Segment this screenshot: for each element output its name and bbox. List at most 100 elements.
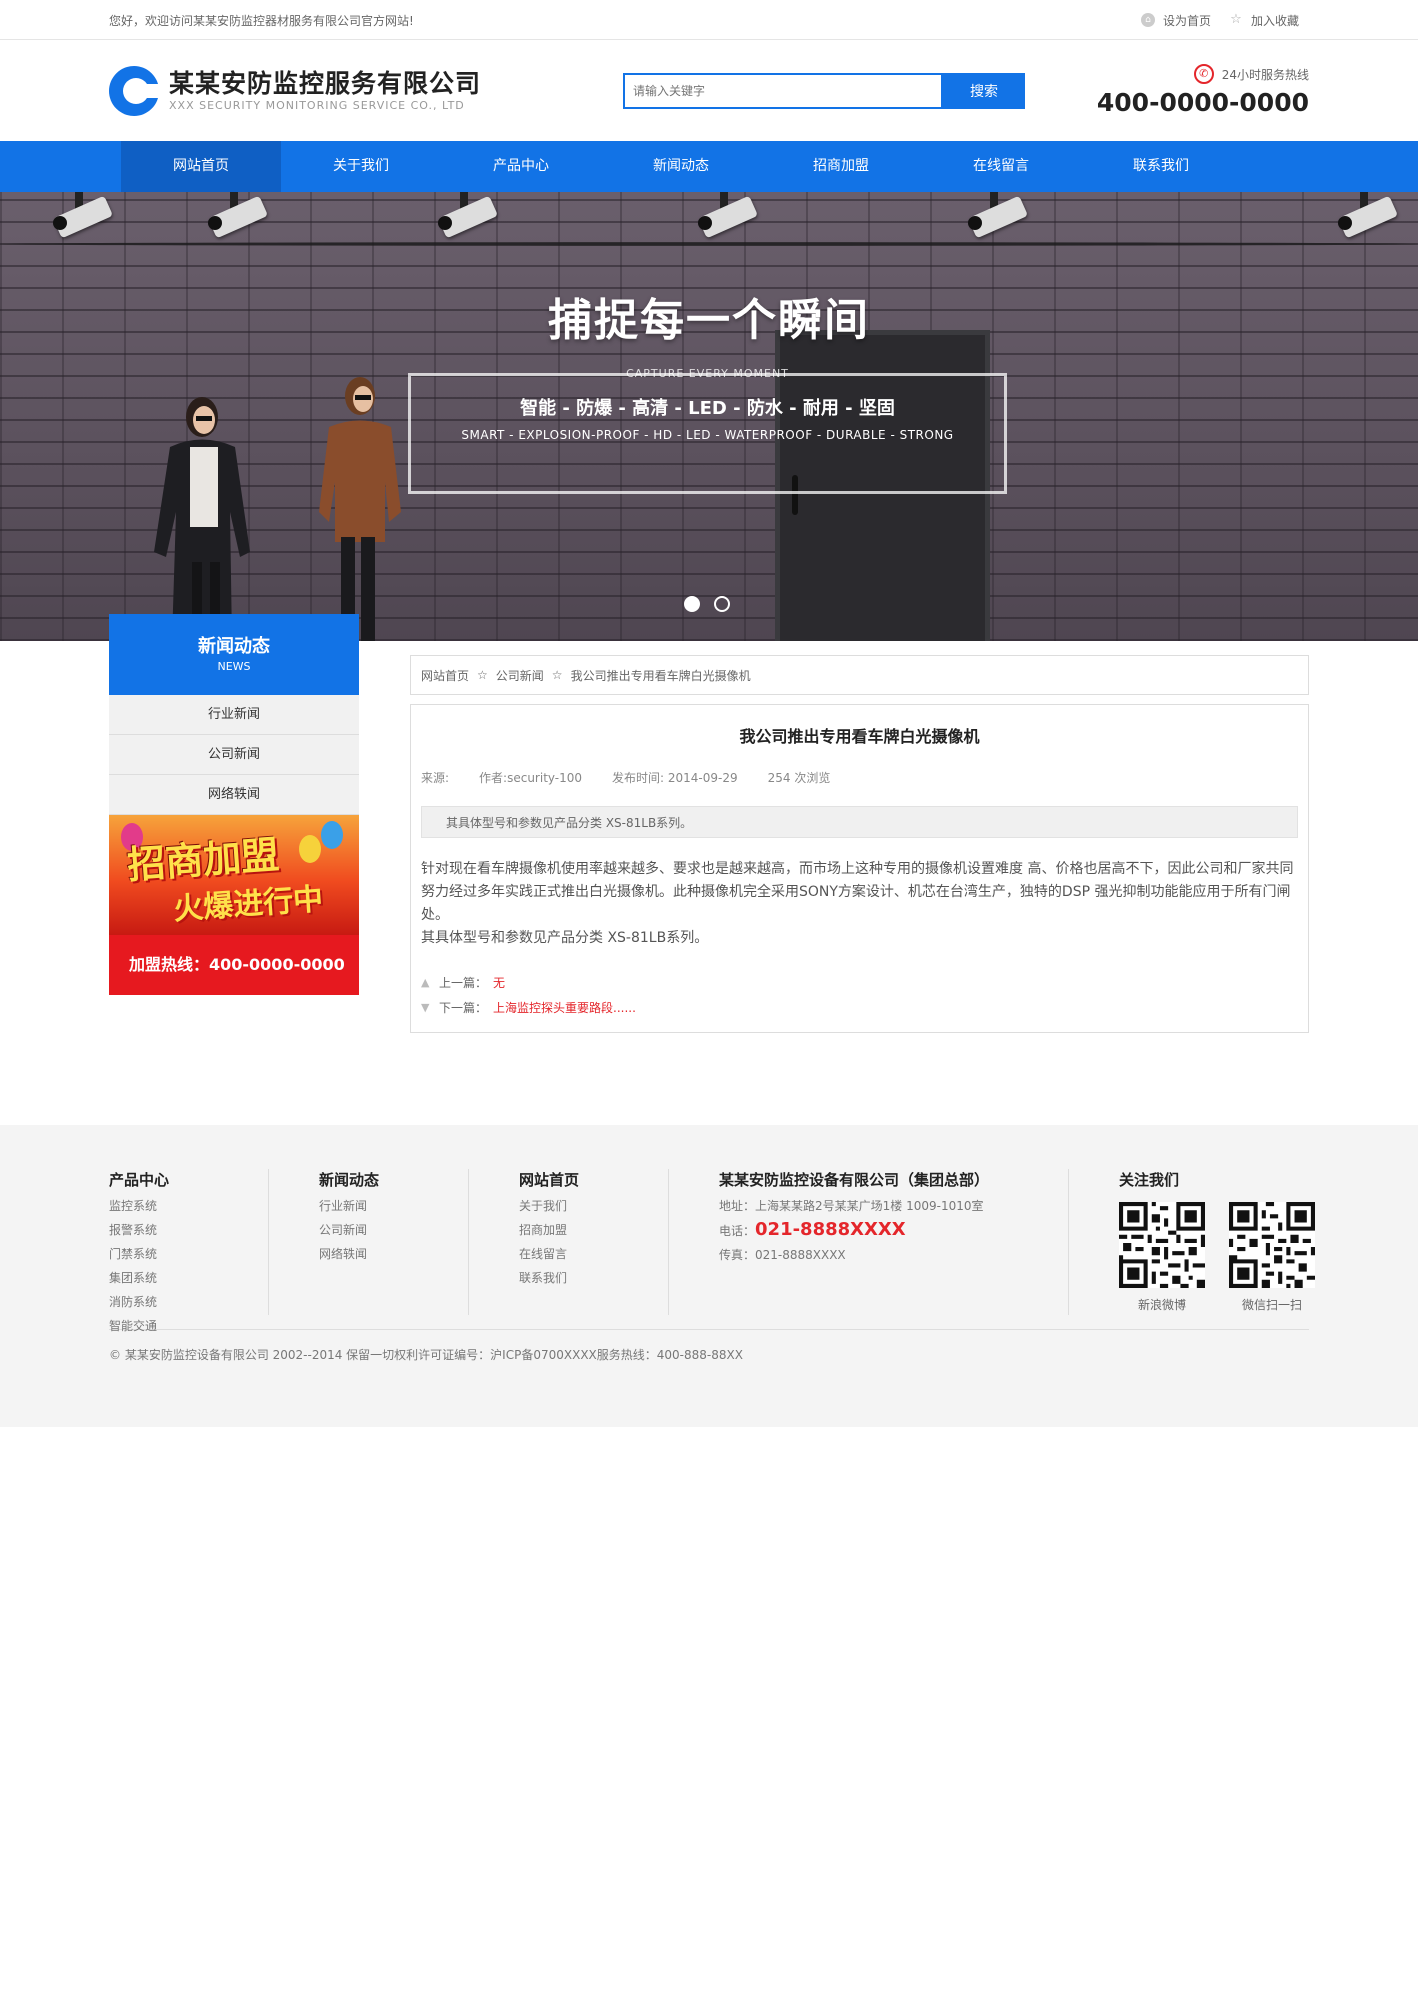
nav-contact[interactable]: 联系我们	[1081, 141, 1241, 192]
footer: 产品中心 监控系统 报警系统 门禁系统 集团系统 消防系统 智能交通 新闻动态 …	[0, 1125, 1418, 1427]
camera-icon	[960, 192, 1030, 239]
hotline-number: 400-0000-0000	[1096, 88, 1309, 117]
sidebar: 新闻动态 NEWS 行业新闻 公司新闻 网络轶闻 招商加盟 火爆进行中 加盟热线…	[109, 614, 359, 1071]
header: 某某安防监控服务有限公司 XXX SECURITY MONITORING SER…	[0, 40, 1418, 141]
footer-phone-label: 电话：	[719, 1224, 756, 1238]
footer-col-news: 新闻动态 行业新闻 公司新闻 网络轶闻	[269, 1169, 469, 1315]
sidebar-title-en: NEWS	[217, 660, 251, 673]
top-bar: 您好，欢迎访问某某安防监控器材服务有限公司官方网站! ⌂ 设为首页 ☆ 加入收藏	[0, 0, 1418, 40]
camera-icon	[45, 192, 115, 239]
footer-link[interactable]: 消防系统	[109, 1290, 248, 1314]
search-input[interactable]	[622, 72, 943, 109]
slider-dot-1[interactable]	[684, 596, 700, 612]
sidebar-item-company-news[interactable]: 公司新闻	[109, 735, 359, 775]
welcome-text: 您好，欢迎访问某某安防监控器材服务有限公司官方网站!	[109, 13, 414, 28]
footer-link[interactable]: 监控系统	[109, 1194, 248, 1218]
footer-phone-row: 电话：021-8888XXXX	[719, 1218, 1048, 1243]
banner-tagline-box: CAPTURE EVERY MOMENT 智能 - 防爆 - 高清 - LED …	[408, 367, 1007, 494]
footer-link[interactable]: 门禁系统	[109, 1242, 248, 1266]
next-article-link[interactable]: 上海监控探头重要路段......	[493, 999, 636, 1016]
footer-col-company: 某某安防监控设备有限公司（集团总部） 地址：上海某某路2号某某广场1楼 1009…	[669, 1169, 1069, 1315]
qr-weibo: 新浪微博	[1119, 1202, 1205, 1313]
nav-news[interactable]: 新闻动态	[601, 141, 761, 192]
banner-tags-cn: 智能 - 防爆 - 高清 - LED - 防水 - 耐用 - 坚固	[520, 398, 895, 419]
logo[interactable]: 某某安防监控服务有限公司 XXX SECURITY MONITORING SER…	[109, 65, 482, 116]
sidebar-title: 新闻动态	[198, 636, 270, 657]
sidebar-item-web-anecdotes[interactable]: 网络轶闻	[109, 775, 359, 815]
camera-icon	[430, 192, 500, 239]
nav-message[interactable]: 在线留言	[921, 141, 1081, 192]
breadcrumb-category[interactable]: 公司新闻	[496, 667, 544, 684]
footer-fax: 传真：021-8888XXXX	[719, 1248, 846, 1262]
content-area: 新闻动态 NEWS 行业新闻 公司新闻 网络轶闻 招商加盟 火爆进行中 加盟热线…	[0, 614, 1418, 1071]
camera-icon	[1330, 192, 1400, 239]
search-button[interactable]: 搜索	[942, 72, 1025, 109]
nav-home[interactable]: 网站首页	[121, 141, 281, 192]
article-source: 来源:	[421, 771, 450, 785]
breadcrumb-current: 我公司推出专用看车牌白光摄像机	[570, 668, 751, 683]
hotline: ✆ 24小时服务热线 400-0000-0000	[1097, 64, 1309, 117]
footer-link[interactable]: 关于我们	[519, 1194, 648, 1218]
copyright: © 某某安防监控设备有限公司 2002--2014 保留一切权利许可证编号：沪I…	[109, 1329, 1309, 1363]
sidebar-header: 新闻动态 NEWS	[109, 614, 359, 695]
article: 我公司推出专用看车牌白光摄像机 来源: 作者:security-100 发布时间…	[410, 704, 1309, 1033]
footer-link[interactable]: 在线留言	[519, 1242, 648, 1266]
logo-mark-icon	[109, 65, 161, 116]
footer-link[interactable]: 网络轶闻	[319, 1242, 448, 1266]
star-icon: ☆	[551, 668, 563, 682]
home-icon: ⌂	[1140, 13, 1155, 27]
balloon-icon	[299, 835, 321, 863]
footer-col-title[interactable]: 网站首页	[519, 1169, 648, 1190]
breadcrumb: 网站首页 ☆ 公司新闻 ☆ 我公司推出专用看车牌白光摄像机	[410, 655, 1309, 695]
phone-icon: ✆	[1193, 64, 1214, 84]
nav-franchise[interactable]: 招商加盟	[761, 141, 921, 192]
prev-label: 上一篇：	[439, 976, 488, 990]
camera-icon	[690, 192, 760, 239]
article-title: 我公司推出专用看车牌白光摄像机	[739, 727, 980, 746]
article-author: 作者:security-100	[479, 771, 583, 785]
hotline-label: 24小时服务热线	[1221, 67, 1309, 82]
footer-follow-title: 关注我们	[1119, 1171, 1180, 1189]
footer-col-products: 产品中心 监控系统 报警系统 门禁系统 集团系统 消防系统 智能交通	[109, 1169, 269, 1333]
main-column: 网站首页 ☆ 公司新闻 ☆ 我公司推出专用看车牌白光摄像机 我公司推出专用看车牌…	[410, 655, 1309, 1071]
footer-col-title[interactable]: 产品中心	[109, 1169, 248, 1190]
footer-col-home: 网站首页 关于我们 招商加盟 在线留言 联系我们	[469, 1169, 669, 1315]
franchise-promo-banner[interactable]: 招商加盟 火爆进行中	[109, 815, 359, 935]
qr-wechat: 微信扫一扫	[1229, 1202, 1315, 1313]
qr-weibo-label: 新浪微博	[1137, 1298, 1186, 1312]
star-icon: ☆	[477, 668, 488, 682]
footer-link[interactable]: 行业新闻	[319, 1194, 448, 1218]
footer-address: 地址：上海某某路2号某某广场1楼 1009-1010室	[719, 1199, 984, 1213]
footer-link[interactable]: 集团系统	[109, 1266, 248, 1290]
balloon-icon	[321, 821, 343, 849]
footer-link[interactable]: 报警系统	[109, 1218, 248, 1242]
star-icon: ☆	[1230, 12, 1242, 27]
footer-link[interactable]: 公司新闻	[319, 1218, 448, 1242]
breadcrumb-home[interactable]: 网站首页	[421, 667, 469, 684]
footer-link[interactable]: 智能交通	[109, 1314, 248, 1338]
slider-dot-2[interactable]	[714, 596, 730, 612]
sidebar-item-industry-news[interactable]: 行业新闻	[109, 695, 359, 735]
nav-products[interactable]: 产品中心	[441, 141, 601, 192]
footer-col-title[interactable]: 新闻动态	[319, 1169, 448, 1190]
footer-phone: 021-8888XXXX	[755, 1219, 906, 1240]
arrow-up-icon: ▲	[421, 976, 430, 989]
footer-link[interactable]: 招商加盟	[519, 1218, 648, 1242]
logo-company-name-en: XXX SECURITY MONITORING SERVICE CO., LTD	[169, 99, 465, 112]
logo-company-name: 某某安防监控服务有限公司	[169, 69, 482, 98]
person-illustration	[319, 377, 401, 641]
article-date: 发布时间: 2014-09-29	[612, 771, 738, 785]
add-favorite-link[interactable]: 加入收藏	[1251, 12, 1299, 29]
person-illustration	[154, 397, 250, 641]
slider-dots	[684, 596, 730, 612]
hero-banner[interactable]: 捕捉每一个瞬间 CAPTURE EVERY MOMENT 智能 - 防爆 - 高…	[0, 192, 1418, 641]
prev-article-link[interactable]: 无	[493, 974, 505, 991]
set-home-link[interactable]: 设为首页	[1163, 12, 1211, 29]
camera-icon	[200, 192, 270, 239]
nav-about[interactable]: 关于我们	[281, 141, 441, 192]
promo-subline: 火爆进行中	[172, 881, 325, 928]
footer-link[interactable]: 联系我们	[519, 1266, 648, 1290]
article-paragraph: 针对现在看车牌摄像机使用率越来越多、要求也是越来越高，而市场上这种专用的摄像机设…	[421, 861, 1294, 923]
article-views: 254 次浏览	[767, 771, 831, 785]
arrow-down-icon: ▼	[421, 1001, 430, 1014]
